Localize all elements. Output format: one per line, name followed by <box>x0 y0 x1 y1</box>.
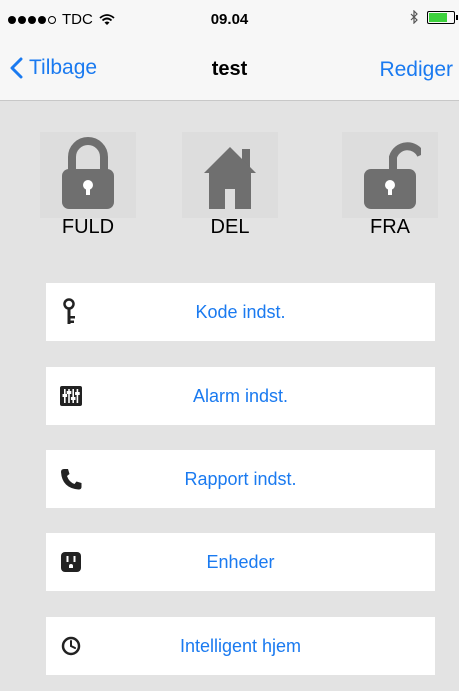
mode-partial-arm-button[interactable]: DEL <box>170 132 290 242</box>
navigation-bar: Tilbage test Rediger <box>0 40 459 101</box>
row-label: Intelligent hjem <box>179 635 302 656</box>
mode-icon-box <box>40 132 136 218</box>
status-time: 09.04 <box>210 11 249 28</box>
lock-closed-icon <box>62 137 114 209</box>
code-settings-button[interactable]: Kode indst. <box>46 283 435 341</box>
battery-icon <box>427 10 458 24</box>
mode-label: DEL <box>210 216 250 238</box>
mode-label: FRA <box>370 216 410 238</box>
key-icon <box>56 283 86 341</box>
outlet-icon <box>56 533 86 591</box>
row-label: Rapport indst. <box>184 468 297 489</box>
lock-open-icon <box>364 142 421 209</box>
sliders-icon <box>56 367 86 425</box>
row-label: Enheder <box>206 551 275 572</box>
home-icon <box>204 147 256 209</box>
row-label: Alarm indst. <box>192 385 289 406</box>
status-bar: TDC 09.04 <box>0 0 459 40</box>
status-right <box>410 10 458 24</box>
clock-icon <box>56 617 86 675</box>
report-settings-button[interactable]: Rapport indst. <box>46 450 435 508</box>
smart-home-button[interactable]: Intelligent hjem <box>46 617 435 675</box>
alarm-settings-button[interactable]: Alarm indst. <box>46 367 435 425</box>
edit-button[interactable]: Rediger <box>379 58 453 82</box>
devices-button[interactable]: Enheder <box>46 533 435 591</box>
row-label: Kode indst. <box>195 301 286 322</box>
bluetooth-icon <box>410 10 418 24</box>
mode-full-arm-button[interactable]: FULD <box>28 132 148 242</box>
mode-disarm-button[interactable]: FRA <box>330 132 450 242</box>
mode-icon-box <box>182 132 278 218</box>
phone-icon <box>56 450 86 508</box>
mode-icon-box <box>342 132 438 218</box>
mode-label: FULD <box>61 216 115 238</box>
